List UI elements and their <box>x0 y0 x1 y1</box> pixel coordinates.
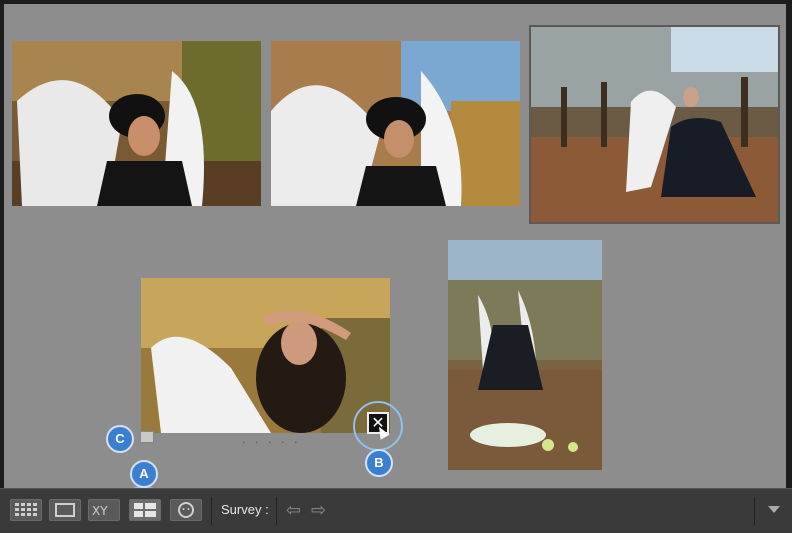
callout-b-highlight-ring <box>353 401 403 451</box>
photo-thumbnail-2[interactable] <box>271 41 520 206</box>
survey-icon <box>134 503 156 517</box>
flag-icon[interactable] <box>140 431 154 443</box>
people-icon <box>178 502 194 518</box>
grid-view-button[interactable] <box>10 499 42 521</box>
toolbar-separator <box>754 497 755 525</box>
compare-view-button[interactable]: XY <box>88 499 120 521</box>
grid-icon <box>15 503 37 516</box>
callout-a-badge: A <box>130 460 158 488</box>
toolbar-menu-chevron-icon[interactable] <box>768 506 780 513</box>
callout-b-badge: B <box>365 449 393 477</box>
next-arrow-icon[interactable]: ⇨ <box>311 501 326 521</box>
compare-icon: XY <box>92 504 108 518</box>
photo-thumbnail-4[interactable] <box>141 278 390 433</box>
people-view-button[interactable] <box>170 499 202 521</box>
photo-thumbnail-1[interactable] <box>12 41 261 206</box>
loupe-view-button[interactable] <box>49 499 81 521</box>
loupe-icon <box>55 503 75 517</box>
photo-thumbnail-3[interactable] <box>529 25 780 224</box>
window-right-border <box>786 0 792 488</box>
svg-text:XY: XY <box>92 504 108 518</box>
view-mode-label: Survey : <box>221 502 269 517</box>
star-rating-dots[interactable]: · · · · · <box>242 436 300 449</box>
toolbar-separator <box>211 497 212 525</box>
survey-view-button[interactable] <box>129 499 161 521</box>
photo-thumbnail-5[interactable] <box>448 240 602 470</box>
previous-arrow-icon[interactable]: ⇦ <box>286 501 301 521</box>
callout-c-badge: C <box>106 425 134 453</box>
bottom-toolbar: XY Survey : ⇦ ⇨ <box>0 488 792 533</box>
toolbar-separator <box>276 497 277 525</box>
